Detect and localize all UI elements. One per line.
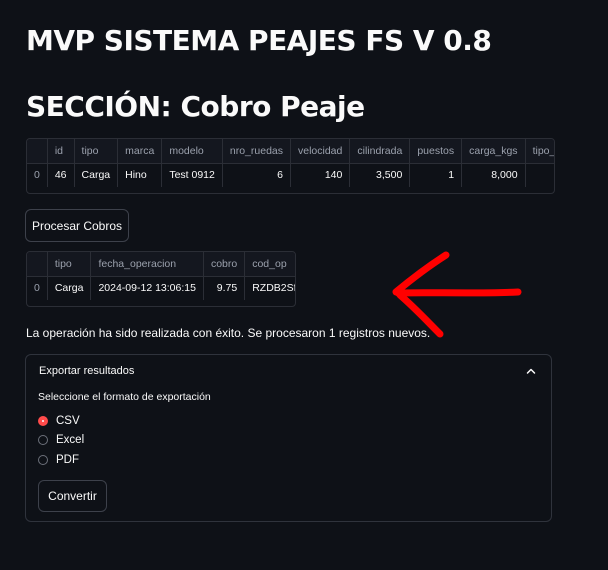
table-header-row: id tipo marca modelo nro_ruedas velocida… (27, 139, 554, 164)
radio-option-pdf[interactable]: PDF (38, 452, 79, 468)
results-dataframe[interactable]: tipo fecha_operacion cobro cod_op 0 Carg… (26, 251, 296, 307)
export-format-label: Seleccione el formato de exportación (38, 391, 211, 403)
convert-button[interactable]: Convertir (38, 480, 107, 512)
chevron-up-icon[interactable] (525, 365, 537, 377)
table-cell[interactable] (525, 163, 554, 187)
column-header[interactable]: id (47, 139, 75, 164)
table-cell[interactable]: 6 (222, 163, 292, 187)
radio-label[interactable]: CSV (56, 415, 80, 427)
table-header-row: tipo fecha_operacion cobro cod_op (27, 252, 295, 277)
table-cell[interactable]: 9.75 (203, 276, 246, 300)
expander-header[interactable]: Exportar resultados (26, 355, 551, 388)
arrow-shaft-stroke (394, 288, 522, 297)
table-cell[interactable]: Carga (74, 163, 119, 187)
column-header[interactable]: puestos (409, 139, 463, 164)
success-message: La operación ha sido realizada con éxito… (26, 326, 431, 340)
column-header[interactable]: tipo_bic (525, 139, 554, 164)
radio-option-csv[interactable]: CSV (38, 413, 80, 429)
radio-option-excel[interactable]: Excel (38, 432, 84, 448)
table-cell[interactable]: Test 0912 (161, 163, 223, 187)
table-cell[interactable]: 3,500 (349, 163, 411, 187)
radio-label[interactable]: Excel (56, 434, 84, 446)
app-title: MVP SISTEMA PEAJES FS V 0.8 (26, 24, 492, 57)
section-title: SECCIÓN: Cobro Peaje (26, 90, 365, 123)
column-header[interactable]: carga_kgs (461, 139, 526, 164)
table-cell[interactable]: Hino (117, 163, 163, 187)
radio-selected-icon[interactable] (38, 416, 48, 426)
column-header[interactable] (27, 252, 48, 277)
table-cell[interactable]: RZDB2SfL (245, 276, 295, 300)
column-header[interactable] (27, 139, 48, 164)
column-header[interactable]: nro_ruedas (222, 139, 292, 164)
expander-title: Exportar resultados (39, 365, 135, 377)
column-header[interactable]: fecha_operacion (90, 252, 204, 277)
table-cell[interactable]: Carga (47, 276, 92, 300)
table-row[interactable]: 0 Carga 2024-09-12 13:06:15 9.75 RZDB2Sf… (27, 276, 295, 300)
table-cell[interactable]: 46 (47, 163, 75, 187)
table-cell[interactable]: 2024-09-12 13:06:15 (90, 276, 204, 300)
column-header[interactable]: tipo (47, 252, 92, 277)
column-header[interactable]: cod_op (244, 252, 295, 277)
radio-unselected-icon[interactable] (38, 455, 48, 465)
column-header[interactable]: tipo (74, 139, 119, 164)
table-cell[interactable]: 0 (27, 276, 48, 300)
table-cell[interactable]: 140 (290, 163, 351, 187)
table-cell[interactable]: 8,000 (461, 163, 526, 187)
table-row[interactable]: 0 46 Carga Hino Test 0912 6 140 3,500 1 … (27, 163, 554, 187)
process-payments-button[interactable]: Procesar Cobros (25, 209, 129, 242)
column-header[interactable]: velocidad (290, 139, 351, 164)
column-header[interactable]: modelo (161, 139, 223, 164)
column-header[interactable]: cobro (203, 252, 246, 277)
table-cell[interactable]: 1 (409, 163, 463, 187)
arrow-head-upper-stroke (392, 251, 450, 296)
radio-unselected-icon[interactable] (38, 435, 48, 445)
vehicles-dataframe[interactable]: id tipo marca modelo nro_ruedas velocida… (26, 138, 555, 194)
table-cell[interactable]: 0 (27, 163, 48, 187)
column-header[interactable]: cilindrada (349, 139, 411, 164)
column-header[interactable]: marca (117, 139, 163, 164)
radio-label[interactable]: PDF (56, 454, 79, 466)
